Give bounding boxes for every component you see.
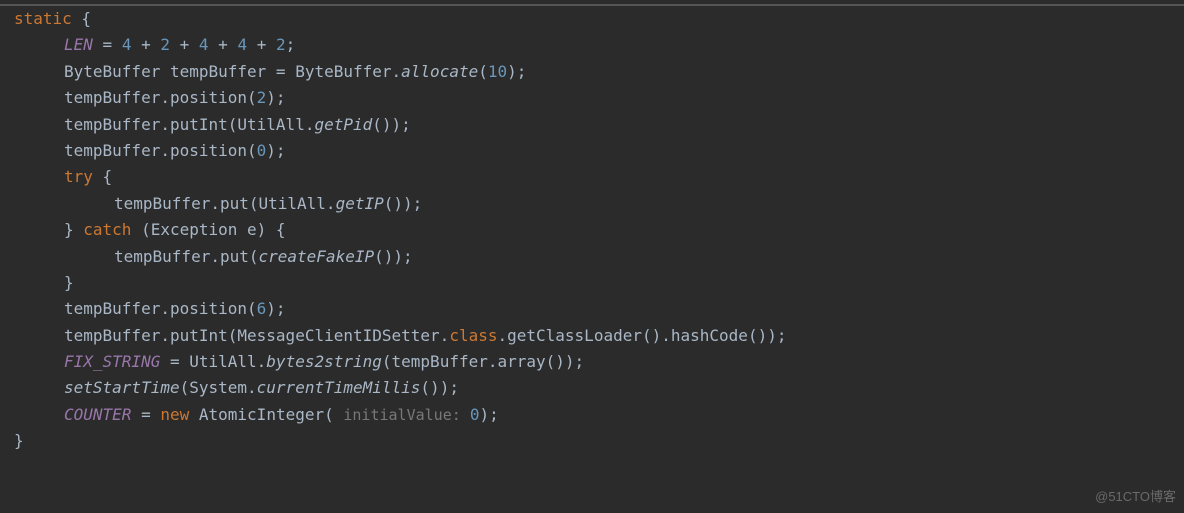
- code-text: ());: [384, 194, 423, 213]
- code-text: );: [507, 62, 526, 81]
- number: 4: [237, 35, 247, 54]
- keyword-try: try: [64, 167, 93, 186]
- number: 2: [276, 35, 286, 54]
- code-text: +: [209, 35, 238, 54]
- code-line: FIX_STRING = UtilAll.bytes2string(tempBu…: [14, 349, 1184, 375]
- code-text: ());: [372, 115, 411, 134]
- code-text: +: [170, 35, 199, 54]
- code-text: ());: [420, 378, 459, 397]
- code-text: tempBuffer.put(UtilAll.: [114, 194, 336, 213]
- code-text: );: [266, 88, 285, 107]
- code-line: tempBuffer.putInt(MessageClientIDSetter.…: [14, 323, 1184, 349]
- code-text: ByteBuffer tempBuffer = ByteBuffer.: [64, 62, 401, 81]
- static-method: createFakeIP: [259, 247, 375, 266]
- code-line: tempBuffer.put(createFakeIP());: [14, 244, 1184, 270]
- code-text: tempBuffer.position(: [64, 141, 257, 160]
- code-text: = UtilAll.: [160, 352, 266, 371]
- static-method: getPid: [314, 115, 372, 134]
- code-text: tempBuffer.putInt(UtilAll.: [64, 115, 314, 134]
- code-text: );: [266, 141, 285, 160]
- code-text: =: [131, 405, 160, 424]
- watermark: @51CTO博客: [1095, 486, 1176, 507]
- keyword-class: class: [449, 326, 497, 345]
- number: 4: [122, 35, 132, 54]
- field-fixstring: FIX_STRING: [64, 352, 160, 371]
- code-text: tempBuffer.position(: [64, 88, 257, 107]
- static-method: bytes2string: [266, 352, 382, 371]
- number: 0: [470, 405, 480, 424]
- code-text: tempBuffer.putInt(MessageClientIDSetter.: [64, 326, 449, 345]
- static-method: setStartTime: [64, 378, 180, 397]
- code-line: COUNTER = new AtomicInteger( initialValu…: [14, 402, 1184, 428]
- code-text: tempBuffer.put(: [114, 247, 259, 266]
- code-text: );: [479, 405, 498, 424]
- field-counter: COUNTER: [64, 405, 131, 424]
- number: 6: [257, 299, 267, 318]
- code-line: tempBuffer.putInt(UtilAll.getPid());: [14, 112, 1184, 138]
- number: 2: [257, 88, 267, 107]
- code-text: =: [93, 35, 122, 54]
- code-text: tempBuffer.position(: [64, 299, 257, 318]
- code-text: (tempBuffer.array());: [382, 352, 584, 371]
- code-line: }: [14, 270, 1184, 296]
- keyword-static: static: [14, 9, 72, 28]
- code-line: static {: [14, 6, 1184, 32]
- code-text: }: [64, 220, 83, 239]
- code-line: ByteBuffer tempBuffer = ByteBuffer.alloc…: [14, 59, 1184, 85]
- code-line: LEN = 4 + 2 + 4 + 4 + 2;: [14, 32, 1184, 58]
- number: 10: [488, 62, 507, 81]
- keyword-new: new: [160, 405, 189, 424]
- brace: {: [72, 9, 91, 28]
- code-line: setStartTime(System.currentTimeMillis())…: [14, 375, 1184, 401]
- static-method: getIP: [336, 194, 384, 213]
- brace: }: [64, 273, 74, 292]
- brace: {: [93, 167, 112, 186]
- field-len: LEN: [64, 35, 93, 54]
- static-method: allocate: [401, 62, 478, 81]
- code-editor: static { LEN = 4 + 2 + 4 + 4 + 2; ByteBu…: [0, 4, 1184, 455]
- code-text: (Exception e) {: [131, 220, 285, 239]
- code-text: +: [247, 35, 276, 54]
- code-text: .getClassLoader().hashCode());: [497, 326, 786, 345]
- code-line: } catch (Exception e) {: [14, 217, 1184, 243]
- code-line: tempBuffer.position(2);: [14, 85, 1184, 111]
- code-line: tempBuffer.position(0);: [14, 138, 1184, 164]
- code-line: tempBuffer.position(6);: [14, 296, 1184, 322]
- number: 0: [257, 141, 267, 160]
- code-text: ;: [286, 35, 296, 54]
- number: 2: [160, 35, 170, 54]
- parameter-hint: initialValue:: [343, 406, 469, 424]
- code-line: }: [14, 428, 1184, 454]
- code-text: +: [131, 35, 160, 54]
- code-text: AtomicInteger(: [189, 405, 343, 424]
- static-method: currentTimeMillis: [257, 378, 421, 397]
- keyword-catch: catch: [83, 220, 131, 239]
- code-line: try {: [14, 164, 1184, 190]
- code-text: ());: [374, 247, 413, 266]
- number: 4: [199, 35, 209, 54]
- code-text: (System.: [180, 378, 257, 397]
- code-text: (: [478, 62, 488, 81]
- brace: }: [14, 431, 24, 450]
- code-line: tempBuffer.put(UtilAll.getIP());: [14, 191, 1184, 217]
- code-text: );: [266, 299, 285, 318]
